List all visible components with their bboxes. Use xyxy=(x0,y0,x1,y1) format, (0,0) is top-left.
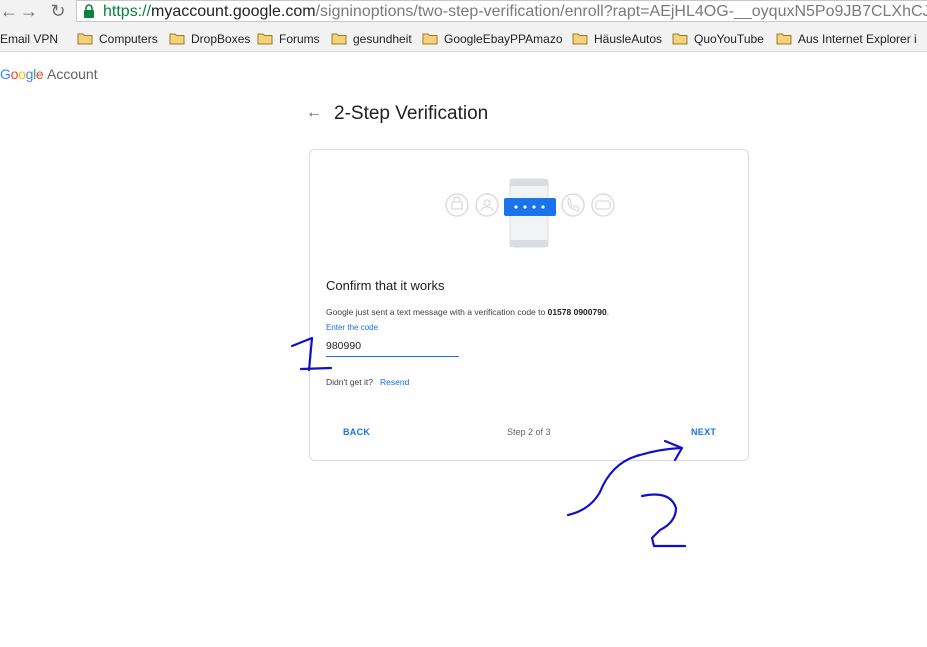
verification-card: Confirm that it works Google just sent a… xyxy=(309,149,749,461)
bookmark-folder-gesundheit[interactable]: gesundheit xyxy=(331,29,412,47)
bookmark-label: HäusleAutos xyxy=(594,31,663,46)
folder-icon xyxy=(77,33,93,45)
bookmark-label: DropBoxes xyxy=(191,31,251,46)
page-title: 2-Step Verification xyxy=(334,103,489,124)
bookmarks-bar: Email VPN Computers DropBoxes Forums ges… xyxy=(0,24,927,52)
browser-toolbar: ← → ↻ https://myaccount.google.com/signi… xyxy=(0,0,927,24)
bookmark-folder-computers[interactable]: Computers xyxy=(77,29,158,47)
bookmark-label: GoogleEbayPPAmazo xyxy=(444,31,563,46)
bookmark-folder-dropboxes[interactable]: DropBoxes xyxy=(169,29,250,47)
phone-number: 01578 0900790 xyxy=(547,307,607,317)
code-field-label: Enter the code xyxy=(326,323,379,332)
bookmark-folder-quoyoutube[interactable]: QuoYouTube xyxy=(672,29,764,47)
step-indicator: Step 2 of 3 xyxy=(507,427,551,437)
bookmark-label: QuoYouTube xyxy=(694,31,764,46)
bookmark-label: Computers xyxy=(99,31,158,46)
folder-icon xyxy=(331,33,347,45)
reload-icon[interactable]: ↻ xyxy=(47,1,69,21)
info-suffix: . xyxy=(606,307,610,317)
bookmark-email-vpn[interactable]: Email VPN xyxy=(0,29,58,47)
confirm-title: Confirm that it works xyxy=(326,278,445,293)
info-text: Google just sent a text message with a v… xyxy=(326,307,609,317)
lock-icon xyxy=(84,4,94,18)
folder-icon xyxy=(572,33,588,45)
code-input[interactable] xyxy=(326,336,459,357)
bookmark-folder-hauslautos[interactable]: HäusleAutos xyxy=(572,29,662,47)
url-host: myaccount.google.com xyxy=(151,3,316,20)
folder-icon xyxy=(422,33,438,45)
folder-icon xyxy=(672,33,688,45)
bookmark-label: Email VPN xyxy=(0,31,59,46)
folder-icon xyxy=(169,33,185,45)
annotation-mark-2 xyxy=(640,493,687,548)
back-button[interactable]: BACK xyxy=(343,427,370,437)
back-nav-icon[interactable]: ← xyxy=(0,1,18,21)
phone-code-illustration xyxy=(445,178,615,248)
account-label: Account xyxy=(47,66,98,82)
bookmark-label: gesundheit xyxy=(353,31,412,46)
folder-icon xyxy=(257,33,273,45)
url-text: https://myaccount.google.com/signinoptio… xyxy=(103,1,927,22)
address-bar[interactable]: https://myaccount.google.com/signinoptio… xyxy=(76,0,927,22)
didnt-get-text: Didn't get it? xyxy=(326,377,373,387)
info-prefix: Google just sent a text message with a v… xyxy=(326,307,548,317)
google-logo[interactable]: Google xyxy=(0,66,44,82)
resend-link[interactable]: Resend xyxy=(380,377,409,387)
url-path: /signinoptions/two-step-verification/enr… xyxy=(315,3,927,20)
bookmark-folder-ie[interactable]: Aus Internet Explorer i xyxy=(776,29,917,47)
bookmark-label: Forums xyxy=(279,31,320,46)
bookmark-folder-googleebay[interactable]: GoogleEbayPPAmazo xyxy=(422,29,563,47)
forward-nav-icon[interactable]: → xyxy=(18,1,40,21)
url-protocol: https:// xyxy=(103,3,152,20)
folder-icon xyxy=(776,33,792,45)
bookmark-label: Aus Internet Explorer i xyxy=(798,31,917,46)
next-button[interactable]: NEXT xyxy=(691,427,716,437)
back-arrow-icon[interactable]: ← xyxy=(306,104,322,122)
bookmark-folder-forums[interactable]: Forums xyxy=(257,29,320,47)
